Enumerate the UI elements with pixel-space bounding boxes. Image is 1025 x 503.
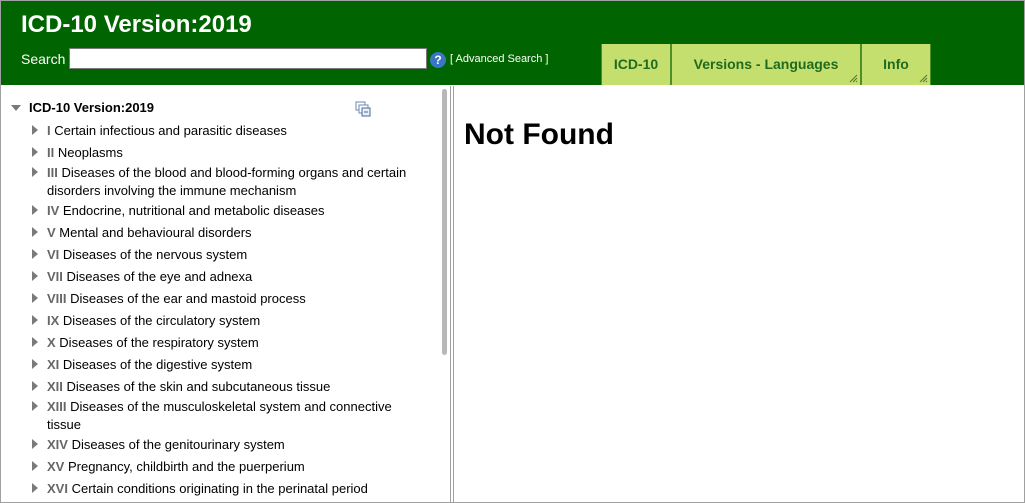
app-window: ICD-10 Version:2019 Search ? [ Advanced … bbox=[0, 0, 1025, 503]
tree-chapter-item[interactable]: VI Diseases of the nervous system bbox=[47, 246, 417, 264]
header-bar: ICD-10 Version:2019 Search ? [ Advanced … bbox=[1, 1, 1024, 85]
expand-arrow-icon[interactable] bbox=[32, 315, 38, 325]
expanded-arrow-icon[interactable] bbox=[11, 105, 21, 111]
tree-chapter-item[interactable]: XIII Diseases of the musculoskeletal sys… bbox=[47, 398, 417, 434]
expand-arrow-icon[interactable] bbox=[32, 205, 38, 215]
tree-chapter-item[interactable]: XII Diseases of the skin and subcutaneou… bbox=[47, 378, 417, 396]
expand-arrow-icon[interactable] bbox=[32, 147, 38, 157]
chapter-number: XIII bbox=[47, 399, 67, 414]
chapter-title: Diseases of the genitourinary system bbox=[71, 437, 285, 452]
tree-chapter-item[interactable]: X Diseases of the respiratory system bbox=[47, 334, 417, 352]
tree-panel: ICD-10 Version:2019 I Certain infectious… bbox=[1, 86, 451, 503]
expand-arrow-icon[interactable] bbox=[32, 337, 38, 347]
expand-arrow-icon[interactable] bbox=[32, 249, 38, 259]
tree-chapter-item[interactable]: I Certain infectious and parasitic disea… bbox=[47, 122, 417, 140]
expand-arrow-icon[interactable] bbox=[32, 401, 38, 411]
tab-label: Versions - Languages bbox=[693, 56, 839, 72]
chapter-title: Diseases of the circulatory system bbox=[62, 313, 261, 328]
chapter-number: VIII bbox=[47, 291, 67, 306]
chapter-number: XI bbox=[47, 357, 60, 372]
chapter-title: Mental and behavioural disorders bbox=[59, 225, 252, 240]
tab-icd10[interactable]: ICD-10 bbox=[601, 44, 671, 85]
tree-chapter-item[interactable]: XI Diseases of the digestive system bbox=[47, 356, 417, 374]
chapter-title: Certain conditions originating in the pe… bbox=[71, 481, 368, 496]
tree-chapter-item[interactable]: XV Pregnancy, childbirth and the puerper… bbox=[47, 458, 417, 476]
tab-info[interactable]: Info bbox=[861, 44, 931, 85]
expand-arrow-icon[interactable] bbox=[32, 227, 38, 237]
chapter-number: III bbox=[47, 165, 58, 180]
chapter-title: Diseases of the musculoskeletal system a… bbox=[47, 399, 392, 432]
expand-arrow-icon[interactable] bbox=[32, 483, 38, 493]
chapter-title: Diseases of the respiratory system bbox=[59, 335, 259, 350]
chapter-number: XV bbox=[47, 459, 65, 474]
collapse-all-icon[interactable] bbox=[355, 101, 371, 117]
chapter-title: Endocrine, nutritional and metabolic dis… bbox=[62, 203, 325, 218]
tab-versions-languages[interactable]: Versions - Languages bbox=[671, 44, 861, 85]
chapter-number: VII bbox=[47, 269, 63, 284]
tree-chapter-item[interactable]: IX Diseases of the circulatory system bbox=[47, 312, 417, 330]
expand-arrow-icon[interactable] bbox=[32, 439, 38, 449]
chapter-title: Certain infectious and parasitic disease… bbox=[54, 123, 287, 138]
tab-label: ICD-10 bbox=[613, 56, 659, 72]
chapter-title: Diseases of the ear and mastoid process bbox=[70, 291, 306, 306]
not-found-message: Not Found bbox=[464, 118, 614, 151]
search-input[interactable] bbox=[69, 48, 427, 69]
expand-arrow-icon[interactable] bbox=[32, 293, 38, 303]
chapter-number: IV bbox=[47, 203, 60, 218]
chapter-title: Diseases of the skin and subcutaneous ti… bbox=[66, 379, 331, 394]
help-icon[interactable]: ? bbox=[430, 52, 446, 68]
expand-arrow-icon[interactable] bbox=[32, 359, 38, 369]
expand-arrow-icon[interactable] bbox=[32, 125, 38, 135]
tree-chapter-item[interactable]: V Mental and behavioural disorders bbox=[47, 224, 417, 242]
tree-chapter-item[interactable]: III Diseases of the blood and blood-form… bbox=[47, 164, 417, 200]
tree-scrollbar[interactable] bbox=[442, 89, 447, 355]
resize-grip-icon bbox=[919, 74, 928, 83]
chapter-number: IX bbox=[47, 313, 60, 328]
content-panel: Not Found bbox=[453, 86, 1024, 503]
tree-root-label[interactable]: ICD-10 Version:2019 bbox=[29, 100, 154, 115]
chapter-title: Pregnancy, childbirth and the puerperium bbox=[67, 459, 305, 474]
site-title: ICD-10 Version:2019 bbox=[21, 11, 252, 38]
chapter-number: V bbox=[47, 225, 56, 240]
chapter-number: II bbox=[47, 145, 55, 160]
expand-arrow-icon[interactable] bbox=[32, 381, 38, 391]
advanced-search-link[interactable]: [ Advanced Search ] bbox=[450, 53, 548, 65]
chapter-number: VI bbox=[47, 247, 60, 262]
tree-chapter-item[interactable]: XIV Diseases of the genitourinary system bbox=[47, 436, 417, 454]
expand-arrow-icon[interactable] bbox=[32, 167, 38, 177]
tree-chapter-item[interactable]: VII Diseases of the eye and adnexa bbox=[47, 268, 417, 286]
chapter-number: I bbox=[47, 123, 51, 138]
chapter-title: Neoplasms bbox=[57, 145, 123, 160]
chapter-title: Diseases of the eye and adnexa bbox=[66, 269, 253, 284]
expand-arrow-icon[interactable] bbox=[32, 271, 38, 281]
search-label: Search bbox=[21, 51, 66, 67]
tree-chapter-item[interactable]: IV Endocrine, nutritional and metabolic … bbox=[47, 202, 417, 220]
chapter-title: Diseases of the digestive system bbox=[62, 357, 253, 372]
chapter-number: X bbox=[47, 335, 56, 350]
tab-label: Info bbox=[883, 56, 909, 72]
resize-grip-icon bbox=[849, 74, 858, 83]
chapter-title: Diseases of the blood and blood-forming … bbox=[47, 165, 407, 198]
tree-chapter-item[interactable]: VIII Diseases of the ear and mastoid pro… bbox=[47, 290, 417, 308]
tree-chapter-item[interactable]: XVI Certain conditions originating in th… bbox=[47, 480, 417, 498]
tree-chapter-item[interactable]: II Neoplasms bbox=[47, 144, 417, 162]
chapter-number: XII bbox=[47, 379, 63, 394]
chapter-number: XIV bbox=[47, 437, 68, 452]
chapter-title: Diseases of the nervous system bbox=[62, 247, 248, 262]
chapter-number: XVI bbox=[47, 481, 68, 496]
expand-arrow-icon[interactable] bbox=[32, 461, 38, 471]
